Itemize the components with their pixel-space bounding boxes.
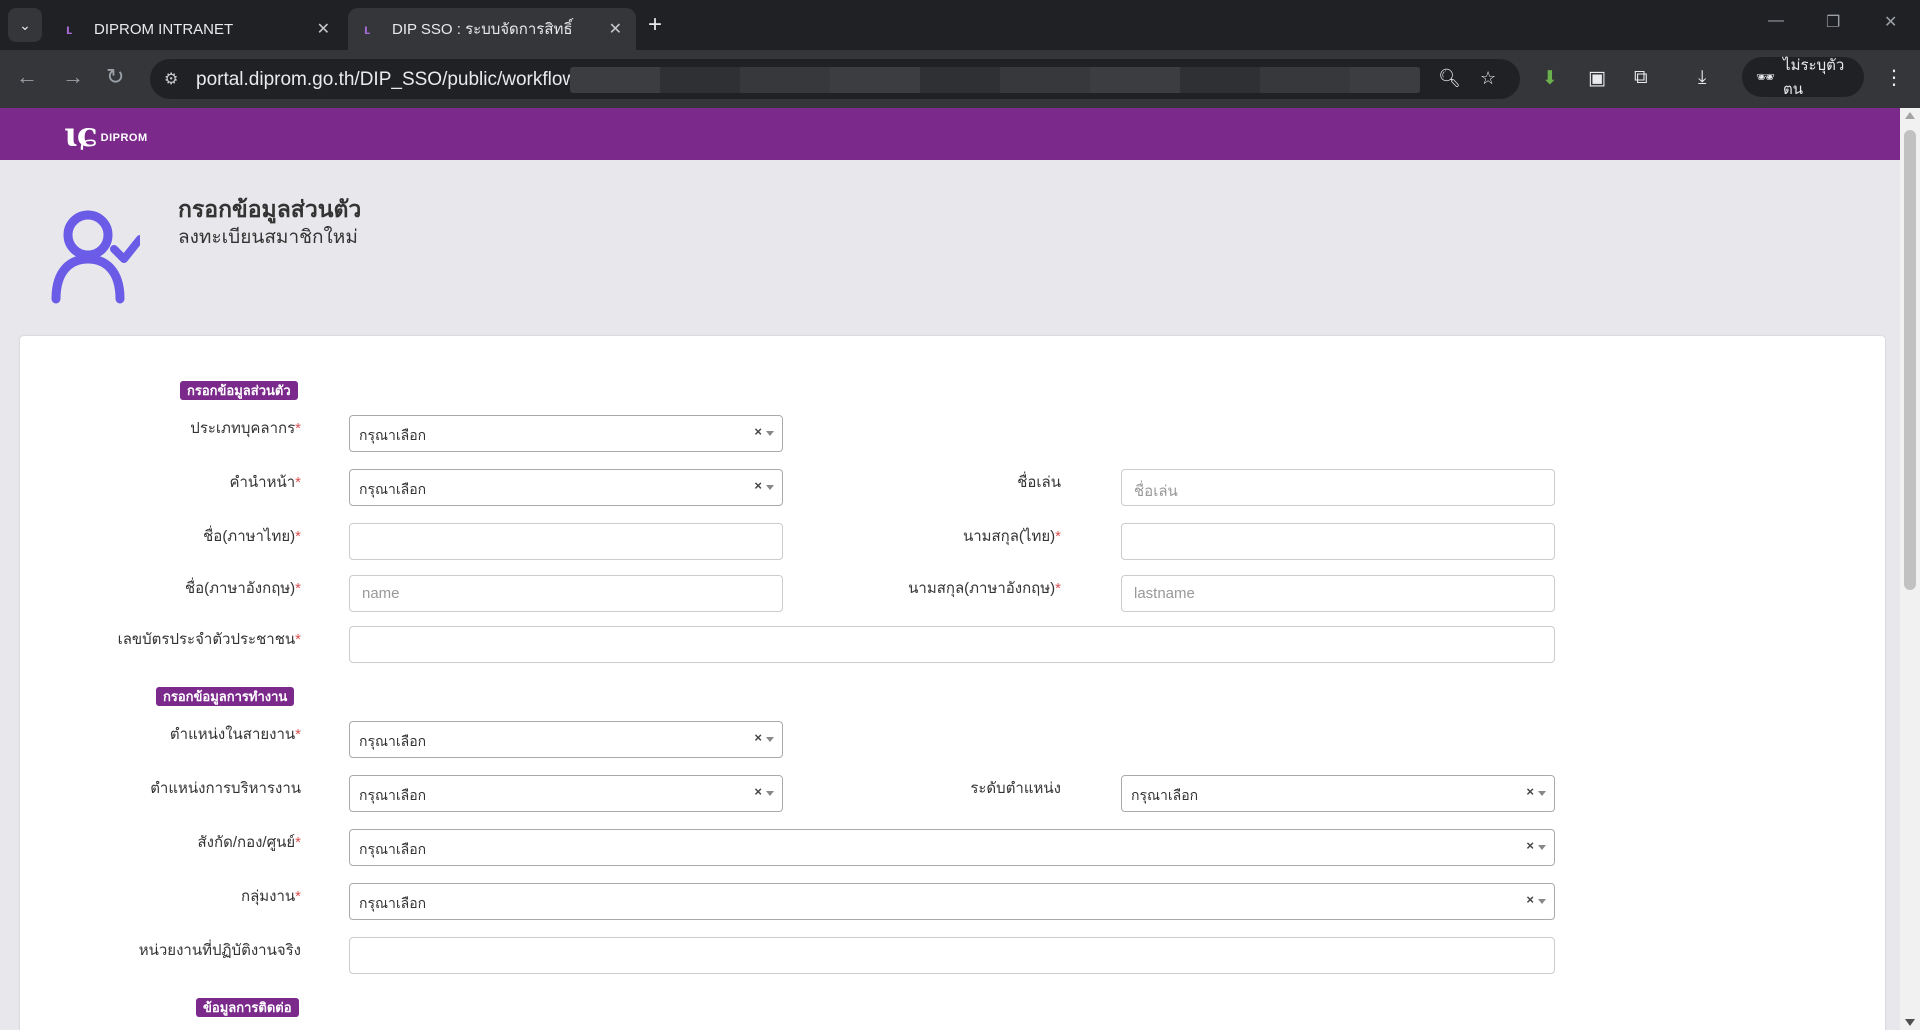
position-level-select[interactable]: กรุณาเลือก × — [1121, 775, 1555, 812]
id-card-input[interactable] — [349, 626, 1555, 663]
profile-label: ไม่ระบุตัวตน — [1783, 57, 1845, 98]
clear-selection-icon[interactable]: × — [1526, 892, 1534, 907]
firstname-en-label: ชื่อ(ภาษาอังกฤษ)* — [184, 580, 301, 597]
user-check-icon — [51, 210, 140, 304]
screen-capture-icon[interactable]: ▣ — [1588, 67, 1606, 90]
personnel-type-label: ประเภทบุคลากร* — [190, 420, 301, 437]
admin-position-label: ตำแหน่งการบริหารงาน — [150, 780, 301, 797]
browser-toolbar: ← → ↻ ⚙ portal.diprom.go.th/DIP_SSO/publ… — [0, 50, 1920, 108]
clear-selection-icon[interactable]: × — [754, 730, 762, 745]
browser-menu-icon[interactable]: ⋮ — [1884, 65, 1904, 90]
minimize-icon[interactable]: — — [1768, 12, 1784, 30]
dropdown-arrow-icon — [1538, 899, 1546, 904]
page-subtitle: ลงทะเบียนสมาชิกใหม่ — [178, 227, 358, 248]
browser-tab-diprom-intranet[interactable]: ʟ DIPROM INTRANET ✕ — [50, 8, 344, 50]
close-tab-icon[interactable]: ✕ — [609, 19, 622, 39]
clear-selection-icon[interactable]: × — [754, 424, 762, 439]
clear-selection-icon[interactable]: × — [754, 478, 762, 493]
registration-form-card: กรอกข้อมูลส่วนตัว ประเภทบุคลากร* กรุณาเล… — [20, 336, 1885, 1030]
clear-selection-icon[interactable]: × — [754, 784, 762, 799]
extensions-puzzle-icon[interactable]: ⧉ — [1634, 67, 1648, 89]
section-contact-info: ข้อมูลการติดต่อ — [196, 998, 299, 1017]
downloads-icon[interactable]: ⤓ — [1698, 67, 1706, 89]
line-position-label: ตำแหน่งในสายงาน* — [169, 726, 301, 743]
forward-icon[interactable]: → — [62, 65, 84, 89]
line-position-select[interactable]: กรุณาเลือก × — [349, 721, 783, 758]
dropdown-arrow-icon — [1538, 791, 1546, 796]
extension-download-icon[interactable]: ⬇ — [1542, 67, 1558, 90]
lastname-en-label: นามสกุล(ภาษาอังกฤษ)* — [908, 580, 1061, 597]
firstname-en-input[interactable]: name — [349, 575, 783, 612]
close-tab-icon[interactable]: ✕ — [317, 19, 330, 39]
department-label: สังกัด/กอง/ศูนย์* — [197, 834, 301, 851]
incognito-profile-button[interactable]: 🕶︎ ไม่ระบุตัวตน — [1742, 57, 1864, 98]
prefix-select[interactable]: กรุณาเลือก × — [349, 469, 783, 506]
department-select[interactable]: กรุณาเลือก × — [349, 829, 1555, 866]
dropdown-arrow-icon — [766, 737, 774, 742]
tab-title: DIP SSO : ระบบจัดการสิทธิ์ — [392, 21, 573, 38]
redacted-url-segment — [570, 67, 1420, 93]
incognito-icon: 🕶︎ — [1756, 69, 1776, 86]
bookmark-star-icon[interactable]: ☆ — [1480, 68, 1496, 89]
actual-unit-input[interactable] — [349, 937, 1555, 974]
actual-unit-label: หน่วยงานที่ปฏิบัติงานจริง — [138, 942, 301, 959]
scroll-down-arrow-icon[interactable] — [1905, 1019, 1915, 1026]
site-info-icon[interactable]: ⚙ — [164, 69, 178, 89]
nickname-input[interactable]: ชื่อเล่น — [1121, 469, 1555, 506]
url-text: portal.diprom.go.th/DIP_SSO/public/workf… — [196, 69, 602, 90]
brand-header-bar: ɩɕ DIPROM — [0, 108, 1900, 160]
tab-title: DIPROM INTRANET — [94, 20, 234, 38]
clear-selection-icon[interactable]: × — [1526, 838, 1534, 853]
workgroup-select[interactable]: กรุณาเลือก × — [349, 883, 1555, 920]
lastname-en-input[interactable]: lastname — [1121, 575, 1555, 612]
reload-icon[interactable]: ↻ — [106, 65, 124, 89]
dropdown-arrow-icon — [766, 791, 774, 796]
scroll-up-arrow-icon[interactable] — [1905, 112, 1915, 119]
workgroup-label: กลุ่มงาน* — [240, 888, 301, 905]
firstname-th-input[interactable] — [349, 523, 783, 560]
prefix-label: คำนำหน้า* — [229, 474, 301, 491]
firstname-th-label: ชื่อ(ภาษาไทย)* — [203, 528, 301, 545]
logo-text: DIPROM — [100, 132, 148, 144]
dropdown-arrow-icon — [766, 431, 774, 436]
section-personal-info: กรอกข้อมูลส่วนตัว — [180, 381, 298, 400]
close-window-icon[interactable]: ✕ — [1884, 12, 1897, 32]
browser-tab-strip: ⌄ ʟ DIPROM INTRANET ✕ ʟ DIP SSO : ระบบจั… — [0, 0, 1920, 50]
dropdown-arrow-icon — [766, 485, 774, 490]
section-work-info: กรอกข้อมูลการทำงาน — [156, 687, 295, 706]
nickname-label: ชื่อเล่น — [1017, 474, 1061, 491]
clear-selection-icon[interactable]: × — [1526, 784, 1534, 799]
scrollbar-thumb[interactable] — [1904, 130, 1916, 590]
tab-search-button[interactable]: ⌄ — [8, 8, 42, 42]
new-tab-button[interactable]: + — [648, 12, 662, 38]
diprom-logo-mark-icon: ɩɕ — [64, 115, 98, 155]
diprom-logo[interactable]: ɩɕ DIPROM — [64, 118, 148, 152]
lastname-th-label: นามสกุล(ไทย)* — [962, 528, 1061, 545]
admin-position-select[interactable]: กรุณาเลือก × — [349, 775, 783, 812]
browser-tab-dip-sso[interactable]: ʟ DIP SSO : ระบบจัดการสิทธิ์ ✕ — [348, 8, 636, 50]
page-scrollbar[interactable] — [1900, 108, 1920, 1030]
personnel-type-select[interactable]: กรุณาเลือก × — [349, 415, 783, 452]
back-icon[interactable]: ← — [16, 65, 38, 89]
address-bar[interactable]: ⚙ portal.diprom.go.th/DIP_SSO/public/wor… — [150, 59, 1520, 99]
id-card-label: เลขบัตรประจำตัวประชาชน* — [117, 631, 301, 648]
zoom-icon[interactable]: 🔍︎ — [1438, 68, 1461, 89]
lastname-th-input[interactable] — [1121, 523, 1555, 560]
diprom-favicon-icon: ʟ — [66, 21, 73, 37]
dropdown-arrow-icon — [1538, 845, 1546, 850]
position-level-label: ระดับตำแหน่ง — [970, 780, 1061, 797]
restore-icon[interactable]: ❐ — [1826, 12, 1840, 32]
page-viewport: ɩɕ DIPROM กรอกข้อมูลส่วนตัว ลงทะเบียนสมา… — [0, 108, 1900, 1030]
diprom-favicon-icon: ʟ — [364, 21, 371, 37]
